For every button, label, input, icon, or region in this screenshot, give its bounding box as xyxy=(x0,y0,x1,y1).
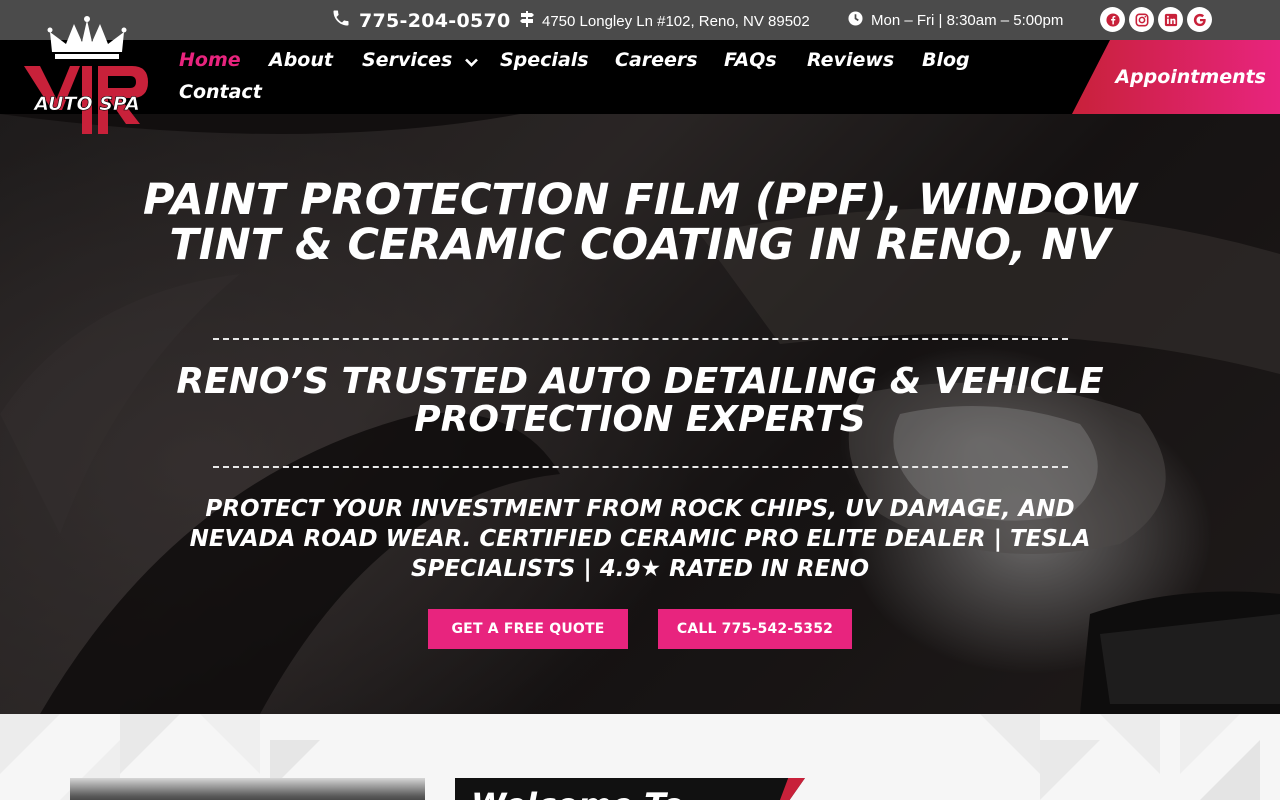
hero-title: Paint Protection Film (PPF), Window Tint… xyxy=(142,175,1138,270)
address-text: 4750 Longley Ln #102, Reno, NV 89502 xyxy=(542,12,810,30)
chevron-down-icon xyxy=(465,50,478,72)
welcome-image xyxy=(70,778,425,800)
nav-services[interactable]: Services xyxy=(362,49,478,72)
header-hours: Mon – Fri | 8:30am – 5:00pm xyxy=(848,11,1063,30)
get-free-quote-button[interactable]: GET A FREE QUOTE xyxy=(428,609,628,649)
phone-icon xyxy=(331,8,351,33)
welcome-heading-box: Welcome To xyxy=(455,778,805,800)
hero-divider-top xyxy=(213,338,1068,340)
nav-specials[interactable]: Specials xyxy=(500,49,589,71)
nav-contact[interactable]: Contact xyxy=(179,81,262,103)
hero-divider-bottom xyxy=(213,466,1068,468)
linkedin-icon[interactable] xyxy=(1158,7,1183,32)
welcome-section: Welcome To xyxy=(0,714,1280,800)
nav-careers[interactable]: Careers xyxy=(615,49,698,71)
nav-reviews[interactable]: Reviews xyxy=(807,49,894,71)
site-logo[interactable]: AUTO SPA xyxy=(22,14,152,140)
top-info-bar: 775-204-0570 4750 Longley Ln #102, Reno,… xyxy=(0,0,1280,40)
hero-tagline: Protect your investment from rock chips,… xyxy=(189,496,1091,582)
hours-text: Mon – Fri | 8:30am – 5:00pm xyxy=(871,12,1064,29)
nav-about[interactable]: About xyxy=(269,49,333,71)
signpost-icon xyxy=(520,11,534,31)
instagram-icon[interactable] xyxy=(1129,7,1154,32)
header-address: 4750 Longley Ln #102, Reno, NV 89502 xyxy=(520,11,810,31)
clock-icon xyxy=(848,11,863,30)
call-now-button[interactable]: CALL 775-542-5352 xyxy=(658,609,852,649)
nav-faqs[interactable]: FAQs xyxy=(724,49,777,71)
header-phone-number: 775-204-0570 xyxy=(359,9,511,32)
nav-services-label: Services xyxy=(362,49,453,71)
welcome-heading: Welcome To xyxy=(471,786,684,800)
logo-text: AUTO SPA xyxy=(32,93,140,115)
hero-subtitle: Reno’s Trusted Auto Detailing & Vehicle … xyxy=(176,361,1104,440)
google-icon[interactable] xyxy=(1187,7,1212,32)
header-phone-link[interactable]: 775-204-0570 xyxy=(331,8,511,33)
nav-home[interactable]: Home xyxy=(179,49,241,71)
nav-blog[interactable]: Blog xyxy=(922,49,970,71)
hero-section: Paint Protection Film (PPF), Window Tint… xyxy=(0,114,1280,714)
social-links xyxy=(1100,7,1212,32)
facebook-icon[interactable] xyxy=(1100,7,1125,32)
